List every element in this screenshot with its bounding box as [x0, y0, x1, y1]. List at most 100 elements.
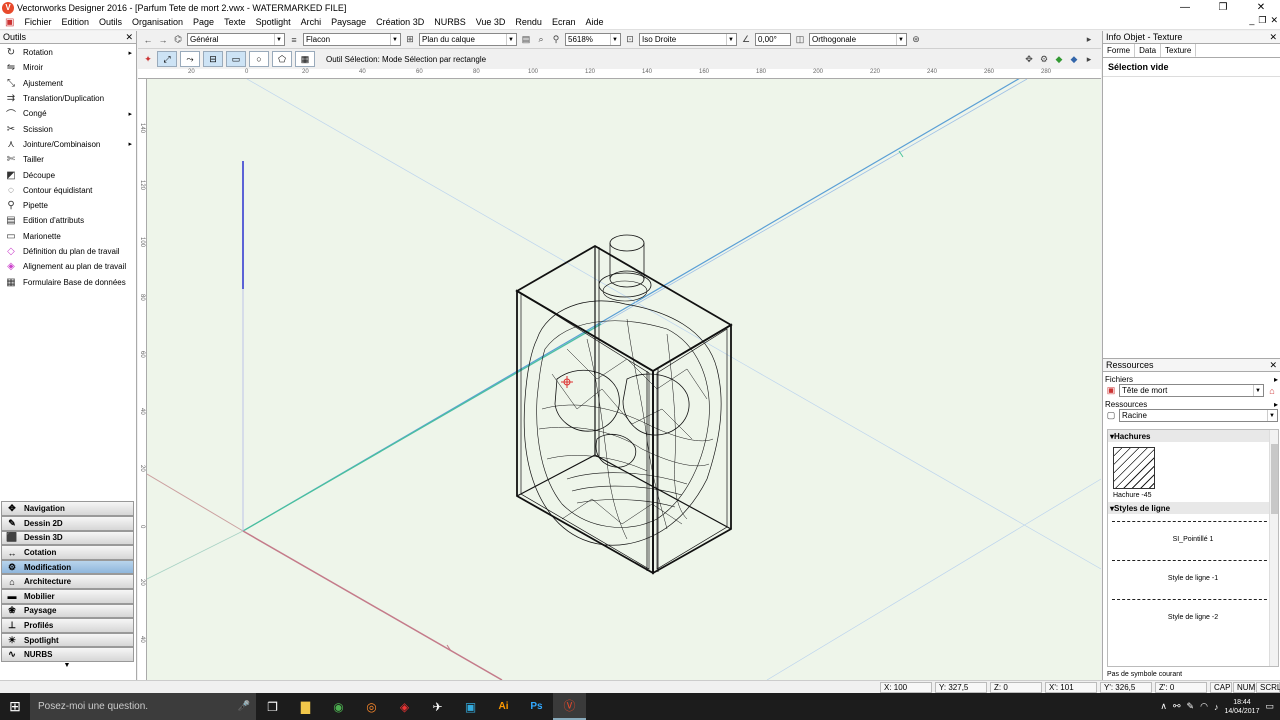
menu-ecran[interactable]: Ecran [547, 17, 581, 27]
lasso-mode-button[interactable]: ○ [249, 51, 269, 67]
zoom-icon[interactable]: ⌕ [535, 34, 547, 46]
projection-select[interactable]: Orthogonale ▼ [809, 33, 907, 46]
volume-icon[interactable]: ♪ [1214, 702, 1219, 712]
windows-start-icon[interactable]: ⊞ [0, 693, 30, 720]
zoom-fit-icon[interactable]: ⚲ [550, 34, 562, 46]
files-toggle-icon[interactable]: ▸ [1274, 375, 1278, 384]
mode-button-3[interactable]: ⊟ [203, 51, 223, 67]
layer-select[interactable]: Flacon ▼ [303, 33, 401, 46]
menu-paysage[interactable]: Paysage [326, 17, 371, 27]
palette-scroll-down-icon[interactable]: ▼ [0, 662, 134, 670]
cortana-search-box[interactable]: Posez-moi une question. 🎤 [30, 693, 256, 720]
scrollbar-thumb[interactable] [1271, 444, 1278, 514]
tool-decoupe[interactable]: ◩ Découpe [0, 167, 136, 182]
notification-icon[interactable]: ▭ [1265, 701, 1274, 712]
menu-aide[interactable]: Aide [580, 17, 608, 27]
rectangle-mode-button[interactable]: ▭ [226, 51, 246, 67]
render-icon[interactable]: ◫ [794, 34, 806, 46]
line-style-item[interactable]: Style de ligne -2 [1108, 592, 1278, 631]
palette-nurbs[interactable]: ∿ NURBS [1, 647, 134, 662]
palette-modification[interactable]: ⚙ Modification [1, 559, 134, 575]
snap-icon[interactable]: ◆ [1053, 53, 1065, 65]
menu-edition[interactable]: Edition [56, 17, 94, 27]
tool-marionette[interactable]: ▭ Marionette [0, 229, 136, 244]
microphone-icon[interactable]: 🎤 [238, 701, 250, 712]
network-icon[interactable]: ⚯ [1173, 701, 1181, 712]
polygon-mode-button[interactable]: ⬠ [272, 51, 292, 67]
tool-jointure[interactable]: ⋏ Jointure/Combinaison ▸ [0, 137, 136, 152]
drawing-canvas[interactable] [147, 79, 1101, 680]
zoom-select[interactable]: 5618% ▼ [565, 33, 621, 46]
chrome-icon[interactable]: ◉ [322, 693, 355, 720]
move-icon[interactable]: ✥ [1023, 53, 1035, 65]
tool-rotation[interactable]: ↻ Rotation ▸ [0, 45, 136, 60]
mode-button-2[interactable]: ⤳ [180, 51, 200, 67]
palette-mobilier[interactable]: ▬ Mobilier [1, 589, 134, 604]
pen-icon[interactable]: ✎ [1187, 701, 1195, 712]
plane-select[interactable]: Plan du calque ▼ [419, 33, 517, 46]
settings-gear-icon[interactable]: ⚙ [1038, 53, 1050, 65]
more-options-icon[interactable]: ▸ [1083, 34, 1095, 46]
sketchup-icon[interactable]: ▣ [454, 693, 487, 720]
forward-icon[interactable]: → [157, 34, 169, 46]
class-select[interactable]: Général ▼ [187, 33, 285, 46]
preferences-button[interactable]: ▦ [295, 51, 315, 67]
angle-field[interactable]: 0,00° [755, 33, 791, 46]
menu-rendu[interactable]: Rendu [510, 17, 547, 27]
tool-alignement-plan[interactable]: ◈ Alignement au plan de travail [0, 259, 136, 274]
resources-close-icon[interactable]: ✕ [1269, 360, 1277, 371]
view-icon[interactable]: ⊡ [624, 34, 636, 46]
selection-tool-icon[interactable]: ✦ [142, 53, 154, 65]
object-info-close-icon[interactable]: ✕ [1269, 32, 1277, 43]
tools-panel-close-icon[interactable]: ✕ [125, 32, 133, 43]
palette-spotlight[interactable]: ☀ Spotlight [1, 632, 134, 648]
tool-translation[interactable]: ⇉ Translation/Duplication [0, 91, 136, 106]
menu-nurbs[interactable]: NURBS [429, 17, 471, 27]
menu-archi[interactable]: Archi [296, 17, 327, 27]
back-icon[interactable]: ← [142, 34, 154, 46]
palette-profiles[interactable]: ⊥ Profilés [1, 618, 134, 633]
task-view-icon[interactable]: ❐ [256, 693, 289, 720]
palette-architecture[interactable]: ⌂ Architecture [1, 574, 134, 590]
hatches-group-header[interactable]: ▾ Hachures [1108, 430, 1278, 442]
close-button[interactable]: ✕ [1242, 0, 1280, 15]
tray-chevron-icon[interactable]: ∧ [1160, 701, 1167, 712]
tool-scission[interactable]: ✂ Scission [0, 121, 136, 136]
tool-miroir[interactable]: ⇋ Miroir [0, 60, 136, 75]
resource-list[interactable]: ▾ Hachures Hachure -45 ▾ Styles de ligne S… [1107, 429, 1279, 667]
vectorworks-taskbar-icon[interactable]: Ⓥ [553, 693, 586, 720]
tool-formulaire-bd[interactable]: ▦ Formulaire Base de données [0, 274, 136, 289]
minimize-button[interactable]: — [1166, 0, 1204, 15]
palette-cotation[interactable]: ↔ Cotation [1, 545, 134, 560]
line-styles-group-header[interactable]: ▾ Styles de ligne [1108, 502, 1278, 514]
more-options-icon[interactable]: ▸ [1083, 53, 1095, 65]
doc-minimize-button[interactable]: _ [1249, 15, 1254, 26]
tab-forme[interactable]: Forme [1103, 44, 1136, 57]
wifi-icon[interactable]: ◠ [1200, 701, 1208, 712]
tool-pipette[interactable]: ⚲ Pipette [0, 198, 136, 213]
restore-button[interactable]: ❐ [1204, 0, 1242, 15]
doc-restore-button[interactable]: ❐ [1258, 15, 1266, 26]
tab-data[interactable]: Data [1135, 44, 1162, 57]
menu-creation-3d[interactable]: Création 3D [371, 17, 429, 27]
menu-fichier[interactable]: Fichier [19, 17, 56, 27]
hatch-preview[interactable] [1113, 447, 1155, 489]
tool-tailler[interactable]: ✄ Tailler [0, 152, 136, 167]
menu-vue-3d[interactable]: Vue 3D [471, 17, 511, 27]
standard-view-icon[interactable]: ⊛ [910, 34, 922, 46]
doc-close-button[interactable]: ✕ [1270, 15, 1278, 26]
page-icon[interactable]: ▤ [520, 34, 532, 46]
vectorworks-viewer-icon[interactable]: ◈ [388, 693, 421, 720]
tool-edition-attributs[interactable]: ▤ Edition d'attributs [0, 213, 136, 228]
line-style-item[interactable]: Style de ligne -1 [1108, 553, 1278, 592]
object-info-icon[interactable]: ◆ [1068, 53, 1080, 65]
photoshop-icon[interactable]: Ps [520, 693, 553, 720]
mode-button-1[interactable]: ⤢ [157, 51, 177, 67]
clock[interactable]: 18:44 14/04/2017 [1224, 698, 1259, 716]
tool-ajustement[interactable]: ⤡ Ajustement [0, 76, 136, 91]
menu-page[interactable]: Page [188, 17, 219, 27]
resource-list-scrollbar[interactable] [1269, 430, 1278, 666]
menu-spotlight[interactable]: Spotlight [251, 17, 296, 27]
tool-conge[interactable]: ⌒ Congé ▸ [0, 106, 136, 121]
resources-toggle-icon[interactable]: ▸ [1274, 400, 1278, 409]
